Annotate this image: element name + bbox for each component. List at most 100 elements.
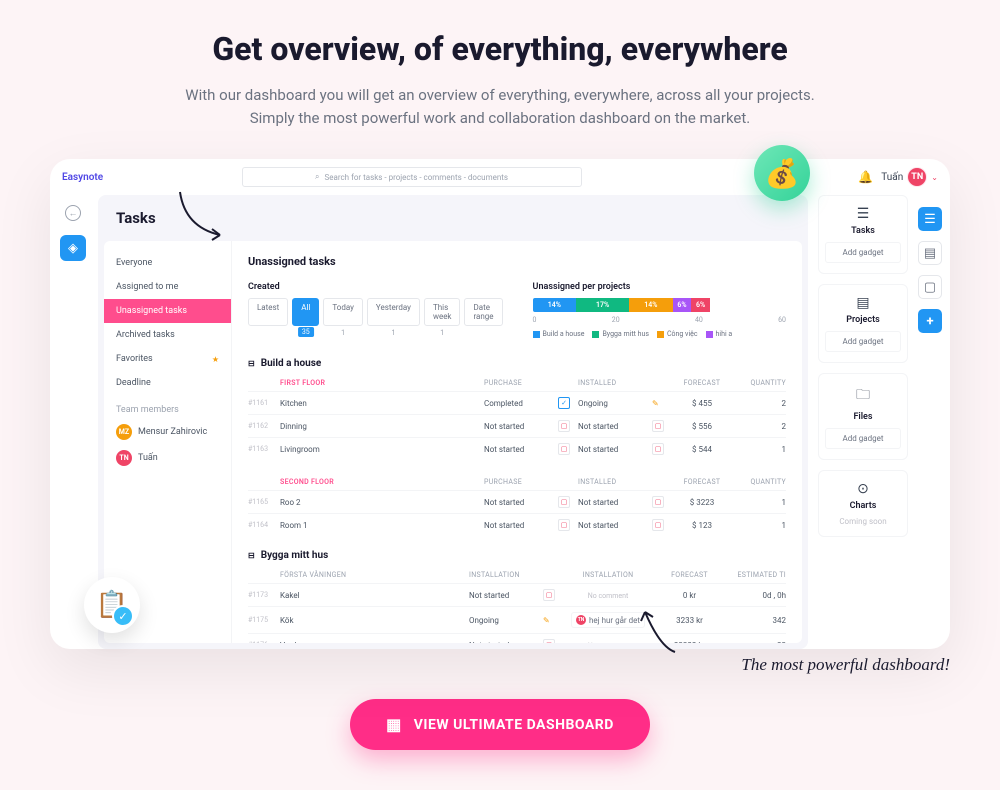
gadget-column: ☰TasksAdd gadget▤ProjectsAdd gadget🗀File… — [818, 195, 908, 649]
empty-icon: ▢ — [558, 420, 570, 432]
hero-subtitle: With our dashboard you will get an overv… — [160, 84, 840, 129]
filter-tab[interactable]: Latest — [248, 298, 288, 326]
avatar: TN — [576, 615, 586, 625]
table-row[interactable]: #1175KökOngoing✎TNhej hur går det3233 kr… — [248, 606, 786, 633]
gadget-card: ☰TasksAdd gadget — [818, 195, 908, 274]
gadget-card: ▤ Projects Add gadget — [818, 284, 908, 363]
legend-item: Công việc — [657, 330, 698, 338]
logo[interactable]: Easynote — [62, 172, 103, 183]
clipboard-icon: 📋 — [84, 577, 140, 633]
list-view-icon[interactable]: ☰ — [918, 207, 942, 231]
layout-icon[interactable]: ▤ — [918, 241, 942, 265]
filter-tab[interactable]: Today1 — [323, 298, 363, 326]
empty-icon: ▢ — [652, 496, 664, 508]
user-menu[interactable]: Tuấn TN ⌄ — [881, 168, 938, 186]
search-input[interactable]: ⌕ Search for tasks - projects - comments… — [242, 167, 582, 187]
table-row[interactable]: #1173KakelNot started▢No comment0 kr0d ,… — [248, 583, 786, 606]
legend-item: hihi a — [706, 330, 733, 338]
empty-icon: ▢ — [543, 589, 555, 601]
hero-title: Get overview, of everything, everywhere — [20, 30, 980, 68]
chart-segment: 14% — [629, 298, 673, 312]
table-row[interactable]: #1161KitchenCompleted✓Ongoing✎$ 4552 — [248, 391, 786, 414]
view-dashboard-button[interactable]: ▦ VIEW ULTIMATE DASHBOARD — [350, 699, 650, 750]
panel: Unassigned tasks Created LatestAll35Toda… — [232, 241, 802, 643]
gadget-icon: ▤ — [825, 295, 901, 311]
sidebar-item-everyone[interactable]: Everyone — [104, 251, 231, 275]
gadget-card: ⊙ Charts Coming soon — [818, 470, 908, 537]
expand-icon: ⊟ — [248, 359, 255, 368]
avatar: TN — [116, 450, 132, 466]
arrow-bottom-icon — [620, 607, 680, 657]
gadget-icon: ☰ — [825, 206, 901, 222]
panel-title: Unassigned tasks — [248, 255, 786, 268]
chart-segment: 6% — [691, 298, 710, 312]
avatar: TN — [908, 168, 926, 186]
empty-icon: ▢ — [558, 519, 570, 531]
table-row[interactable]: #1165Roo 2Not started▢Not started▢$ 3223… — [248, 490, 786, 513]
chart-segment: 14% — [533, 298, 577, 312]
chevron-down-icon: ⌄ — [931, 173, 938, 182]
pen-icon: ✎ — [543, 616, 559, 625]
filter-tab[interactable]: This week1 — [424, 298, 461, 326]
sidebar-item-archived[interactable]: Archived tasks — [104, 323, 231, 347]
table-row[interactable]: #1164Room 1Not started▢Not started▢$ 123… — [248, 513, 786, 536]
box-icon[interactable]: ▢ — [918, 275, 942, 299]
chart-title: Unassigned per projects — [533, 282, 786, 292]
arrow-top-icon — [175, 187, 235, 247]
search-icon: ⌕ — [315, 172, 319, 182]
add-gadget-button[interactable]: Add gadget — [825, 428, 901, 449]
empty-icon: ▢ — [652, 443, 664, 455]
add-icon[interactable]: + — [918, 309, 942, 333]
bell-icon[interactable]: 🔔 — [858, 170, 873, 184]
chart-segment: 6% — [673, 298, 692, 312]
coming-soon-label: Coming soon — [825, 517, 901, 526]
gadget-title: Files — [825, 412, 901, 422]
sidebar-item-unassigned[interactable]: Unassigned tasks — [104, 299, 231, 323]
gadget-title: Projects — [825, 315, 901, 325]
sidebar-item-deadline[interactable]: Deadline — [104, 371, 231, 395]
left-rail: ← ◈ — [50, 199, 96, 649]
section-name: FIRST FLOOR — [280, 379, 480, 387]
filter-tabs: LatestAll35Today1Yesterday1This week1Dat… — [248, 298, 503, 326]
table-row[interactable]: #1176VardagsrumNot started▢No comment322… — [248, 633, 786, 643]
sidebar-item-favorites[interactable]: Favorites ★ — [104, 347, 231, 371]
project-header[interactable]: ⊟Bygga mitt hus — [248, 550, 786, 561]
table-row[interactable]: #1162DinningNot started▢Not started▢$ 55… — [248, 414, 786, 437]
right-rail: ☰ ▤ ▢ + — [918, 207, 942, 333]
sidebar-item-assigned[interactable]: Assigned to me — [104, 275, 231, 299]
empty-icon: ▢ — [543, 639, 555, 643]
sidebar-member[interactable]: TN Tuấn — [104, 445, 231, 471]
section-name: FÖRSTA VÅNINGEN — [280, 571, 465, 579]
chart-axis: 0204060 — [533, 316, 786, 324]
gadget-icon: ⊙ — [825, 481, 901, 497]
gadget-card: 🗀FilesAdd gadget — [818, 373, 908, 460]
dashboard-icon: ▦ — [386, 715, 402, 734]
avatar: MZ — [116, 424, 132, 440]
gadget-title: Charts — [825, 501, 901, 511]
table-row[interactable]: #1163LivingroomNot started▢Not started▢$… — [248, 437, 786, 460]
filter-tab[interactable]: Yesterday1 — [367, 298, 420, 326]
money-bag-icon: 💰 — [754, 145, 810, 201]
sidebar-member[interactable]: MZ Mensur Zahirovic — [104, 419, 231, 445]
sidebar-group-label: Team members — [104, 395, 231, 419]
annotation-right: The most powerful dashboard! — [741, 655, 950, 675]
expand-icon: ⊟ — [248, 551, 255, 560]
globe-icon[interactable]: ◈ — [60, 235, 86, 261]
add-gadget-button[interactable]: Add gadget — [825, 331, 901, 352]
star-icon: ★ — [212, 355, 219, 364]
project-header[interactable]: ⊟Build a house — [248, 358, 786, 369]
filter-tab[interactable]: All35 — [292, 298, 319, 326]
filter-tab[interactable]: Date range — [464, 298, 502, 326]
back-icon[interactable]: ← — [65, 205, 81, 221]
section-name: SECOND FLOOR — [280, 478, 480, 486]
legend-item: Bygga mitt hus — [592, 330, 649, 338]
empty-icon: ▢ — [652, 519, 664, 531]
empty-icon: ▢ — [652, 420, 664, 432]
chart-segment: 17% — [576, 298, 629, 312]
empty-icon: ▢ — [558, 496, 570, 508]
add-gadget-button[interactable]: Add gadget — [825, 242, 901, 263]
chart-bar: 14%17%14%6%6% — [533, 298, 786, 312]
chart-legend: Build a houseBygga mitt husCông việchihi… — [533, 330, 786, 338]
pen-icon: ✎ — [652, 399, 668, 408]
check-icon: ✓ — [558, 397, 570, 409]
